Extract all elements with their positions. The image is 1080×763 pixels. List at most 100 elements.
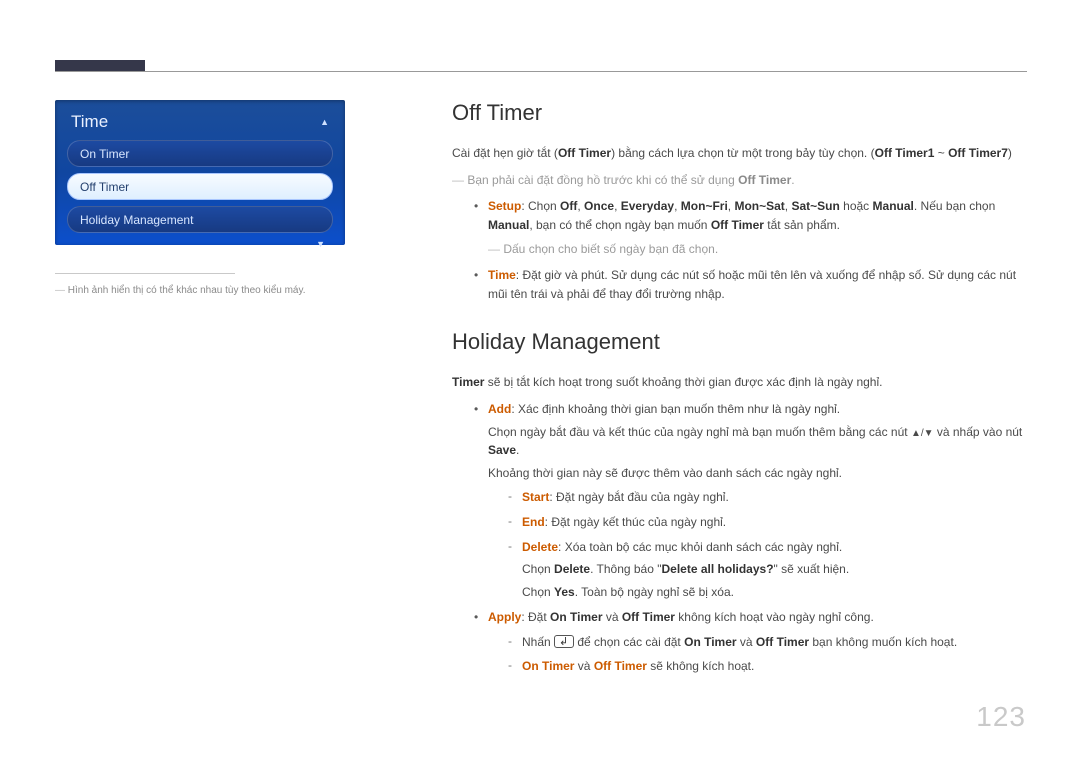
text: sẽ không kích hoạt.: [647, 659, 754, 673]
add-sublist: Start: Đặt ngày bắt đầu của ngày nghỉ. E…: [508, 488, 1027, 601]
off-timer-clock-note: Bạn phải cài đặt đồng hồ trước khi có th…: [452, 171, 1027, 190]
add-item: Add: Xác định khoảng thời gian bạn muốn …: [474, 400, 1027, 601]
text: : Xác định khoảng thời gian bạn muốn thê…: [511, 402, 840, 416]
apply-sub2: On Timer và Off Timer sẽ không kích hoạt…: [508, 657, 1027, 676]
holiday-heading: Holiday Management: [452, 325, 1027, 359]
menu-item-off-timer[interactable]: Off Timer: [67, 173, 333, 200]
off-timer-heading: Off Timer: [452, 96, 1027, 130]
delete-line2: Chọn Delete. Thông báo "Delete all holid…: [522, 560, 1027, 579]
label: Time: [488, 268, 516, 282]
text: " sẽ xuất hiện.: [774, 562, 850, 576]
scroll-up-icon[interactable]: ▲: [320, 117, 329, 127]
label: Delete: [522, 540, 558, 554]
bold: Off Timer: [558, 146, 611, 160]
menu-item-label: On Timer: [80, 147, 129, 161]
main-content: Off Timer Cài đặt hẹn giờ tắt (Off Timer…: [452, 96, 1027, 690]
text: Bạn phải cài đặt đồng hồ trước khi có th…: [467, 173, 738, 187]
text: để chọn các cài đặt: [574, 635, 684, 649]
text: . Toàn bộ ngày nghỉ sẽ bị xóa.: [575, 585, 734, 599]
delete-item: Delete: Xóa toàn bộ các mục khỏi danh sá…: [508, 538, 1027, 602]
text: Cài đặt hẹn giờ tắt (: [452, 146, 558, 160]
text: : Đặt ngày bắt đầu của ngày nghỉ.: [549, 490, 728, 504]
text: ~: [934, 146, 948, 160]
label: End: [522, 515, 545, 529]
label: Apply: [488, 610, 521, 624]
label: Setup: [488, 199, 521, 213]
bold: Off Timer: [622, 610, 675, 624]
text: và: [574, 659, 593, 673]
apply-sub1: Nhấn để chọn các cài đặt On Timer và Off…: [508, 633, 1027, 652]
label: Start: [522, 490, 549, 504]
text: và nhấp vào nút: [934, 425, 1023, 439]
page-number: 123: [976, 701, 1026, 733]
sidebar: Time ▲ On Timer Off Timer Holiday Manage…: [55, 100, 345, 298]
menu-item-label: Off Timer: [80, 180, 129, 194]
text: : Đặt: [521, 610, 550, 624]
label: On Timer: [522, 659, 574, 673]
header-divider: [55, 71, 1027, 72]
bold: Timer: [452, 375, 484, 389]
end-item: End: Đặt ngày kết thúc của ngày nghỉ.: [508, 513, 1027, 532]
text: ) bằng cách lựa chọn từ một trong bảy tù…: [611, 146, 875, 160]
scroll-down-icon[interactable]: ▼: [316, 239, 325, 249]
bold: Delete: [554, 562, 590, 576]
text: và: [737, 635, 756, 649]
add-line2: Chọn ngày bắt đầu và kết thúc của ngày n…: [488, 423, 1027, 460]
text: Chọn: [522, 562, 554, 576]
menu-item-label: Holiday Management: [80, 213, 193, 227]
time-menu-panel: Time ▲ On Timer Off Timer Holiday Manage…: [55, 100, 345, 245]
text: ): [1008, 146, 1012, 160]
opt: Sat~Sun: [791, 199, 839, 213]
label: Add: [488, 402, 511, 416]
chapter-tab: [55, 60, 145, 71]
text: , bạn có thể chọn ngày bạn muốn: [529, 218, 710, 232]
bold: Off Timer: [756, 635, 809, 649]
menu-item-holiday[interactable]: Holiday Management: [67, 206, 333, 233]
setup-subnote: Dấu chọn cho biết số ngày bạn đã chọn.: [488, 240, 1027, 259]
text: .: [516, 443, 519, 457]
opt: Once: [584, 199, 614, 213]
bold: Delete all holidays?: [662, 562, 774, 576]
enter-key-icon: [554, 635, 574, 648]
add-line3: Khoảng thời gian này sẽ được thêm vào da…: [488, 464, 1027, 483]
bold: Yes: [554, 585, 575, 599]
text: : Đặt giờ và phút. Sử dụng các nút số ho…: [488, 268, 1016, 301]
opt: Everyday: [621, 199, 674, 213]
label: Off Timer: [594, 659, 647, 673]
bold: Save: [488, 443, 516, 457]
bold: On Timer: [550, 610, 602, 624]
text: : Đặt ngày kết thúc của ngày nghỉ.: [545, 515, 726, 529]
text: Dấu chọn cho biết số ngày bạn đã chọn.: [503, 242, 718, 256]
bold: Off Timer: [711, 218, 764, 232]
opt: Manual: [873, 199, 914, 213]
text: sẽ bị tắt kích hoạt trong suốt khoảng th…: [484, 375, 882, 389]
text: bạn không muốn kích hoạt.: [809, 635, 957, 649]
text: : Xóa toàn bộ các mục khỏi danh sách các…: [558, 540, 842, 554]
holiday-list: Add: Xác định khoảng thời gian bạn muốn …: [474, 400, 1027, 676]
opt: Mon~Fri: [681, 199, 728, 213]
menu-item-on-timer[interactable]: On Timer: [67, 140, 333, 167]
opt: Mon~Sat: [734, 199, 784, 213]
arrow-icon: ▲/▼: [911, 428, 934, 439]
opt: Off: [560, 199, 577, 213]
opt: Manual: [488, 218, 529, 232]
apply-item: Apply: Đặt On Timer và Off Timer không k…: [474, 608, 1027, 676]
text: Chọn ngày bắt đầu và kết thúc của ngày n…: [488, 425, 911, 439]
bold: On Timer: [684, 635, 736, 649]
text: và: [603, 610, 622, 624]
text: . Thông báo ": [590, 562, 661, 576]
text: : Chọn: [521, 199, 560, 213]
time-item: Time: Đặt giờ và phút. Sử dụng các nút s…: [474, 266, 1027, 303]
menu-title: Time: [71, 112, 108, 132]
text: không kích hoạt vào ngày nghỉ công.: [675, 610, 874, 624]
apply-sublist: Nhấn để chọn các cài đặt On Timer và Off…: [508, 633, 1027, 676]
off-timer-list: Setup: Chọn Off, Once, Everyday, Mon~Fri…: [474, 197, 1027, 303]
sidebar-divider: [55, 273, 235, 274]
text: hoặc: [840, 199, 873, 213]
holiday-intro: Timer sẽ bị tắt kích hoạt trong suốt kho…: [452, 373, 1027, 392]
off-timer-intro: Cài đặt hẹn giờ tắt (Off Timer) bằng các…: [452, 144, 1027, 163]
sidebar-caption: Hình ảnh hiển thị có thể khác nhau tùy t…: [55, 284, 345, 298]
start-item: Start: Đặt ngày bắt đầu của ngày nghỉ.: [508, 488, 1027, 507]
text: .: [791, 173, 794, 187]
text: Nhấn: [522, 635, 554, 649]
